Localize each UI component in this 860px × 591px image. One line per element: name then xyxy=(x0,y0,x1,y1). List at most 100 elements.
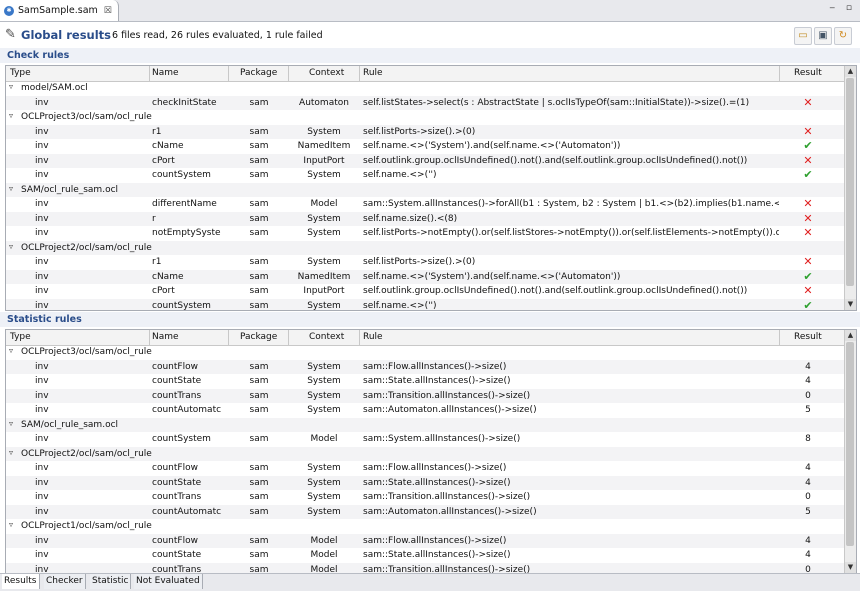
cell-type: inv xyxy=(35,97,49,108)
table-row[interactable]: inv countSystem sam System self.name.<>('') ✔ xyxy=(6,298,844,310)
scroll-thumb[interactable] xyxy=(846,78,854,286)
group-path: OCLProject1/ocl/sam/ocl_rule xyxy=(21,521,152,531)
expand-toggle-icon[interactable]: ▿ xyxy=(9,82,13,91)
expand-toggle-icon[interactable]: ▿ xyxy=(9,111,13,120)
tree-group-row[interactable]: ▿ OCLProject2/ocl/sam/ocl_rule xyxy=(6,240,844,255)
cell-package: sam xyxy=(249,228,269,238)
cell-package: sam xyxy=(249,271,269,282)
cell-package: sam xyxy=(249,506,269,517)
table-row[interactable]: inv r sam System self.name.size().<(8) ✕ xyxy=(6,211,844,226)
bottom-tab-not-evaluated[interactable]: Not Evaluated xyxy=(134,574,203,589)
open-icon[interactable]: ▭ xyxy=(794,27,812,45)
cell-name: countFlow xyxy=(152,463,198,473)
table-row[interactable]: inv countSystem sam Model sam::System.allIns… xyxy=(6,432,844,447)
cell-rule: sam::State.allInstances()->size() xyxy=(363,550,511,560)
table-row[interactable]: inv r1 sam System self.listPorts->size().>(0… xyxy=(6,124,844,139)
table-row[interactable]: inv countFlow sam System sam::Flow.allInstan… xyxy=(6,359,844,374)
col-rule[interactable]: Rule xyxy=(363,68,383,78)
table-row[interactable]: inv countTrans sam System sam::Transition.al… xyxy=(6,388,844,403)
table-row[interactable]: inv notEmptySyste sam System self.listPorts-… xyxy=(6,226,844,241)
cell-package: sam xyxy=(249,286,269,296)
cell-result: 4 xyxy=(805,463,811,473)
expand-toggle-icon[interactable]: ▿ xyxy=(9,184,13,193)
cell-context: NamedItem xyxy=(297,271,351,282)
cell-name: countSystem xyxy=(152,170,211,180)
refresh-icon[interactable]: ↻ xyxy=(834,27,852,45)
cell-rule: self.outlink.group.oclIsUndefined().not(… xyxy=(363,155,748,166)
cell-rule: sam::System.allInstances()->size() xyxy=(363,434,521,444)
table-row[interactable]: inv cName sam NamedItem self.name.<>('System… xyxy=(6,269,844,284)
tree-group-row[interactable]: ▿ OCLProject3/ocl/sam/ocl_rule xyxy=(6,110,844,125)
table-row[interactable]: inv differentName sam Model sam::System.allI… xyxy=(6,197,844,212)
cell-rule: self.listPorts->size().>(0) xyxy=(363,257,476,267)
col-type[interactable]: Type xyxy=(10,68,31,78)
cell-package: sam xyxy=(249,550,269,560)
cell-name: countAutomatc xyxy=(152,405,222,415)
scroll-thumb[interactable] xyxy=(846,342,854,546)
fail-cross-icon: ✕ xyxy=(803,197,813,210)
tree-group-row[interactable]: ▿ OCLProject1/ocl/sam/ocl_rule xyxy=(6,519,844,534)
cell-context: System xyxy=(307,376,341,386)
group-path: model/SAM.ocl xyxy=(21,83,88,93)
table-row[interactable]: inv countAutomatc sam System sam::Automaton.… xyxy=(6,504,844,519)
cell-context: System xyxy=(307,228,341,238)
table-row[interactable]: inv cName sam NamedItem self.name.<>('System… xyxy=(6,139,844,154)
group-path: SAM/ocl_rule_sam.ocl xyxy=(21,184,119,195)
col-name[interactable]: Name xyxy=(152,68,179,78)
tree-group-row[interactable]: ▿ model/SAM.ocl xyxy=(6,81,844,96)
table-row[interactable]: inv countState sam System sam::State.allInst… xyxy=(6,475,844,490)
col-type[interactable]: Type xyxy=(10,332,31,342)
table-row[interactable]: inv cPort sam InputPort self.outlink.group.o… xyxy=(6,153,844,168)
scroll-down-arrow-icon[interactable]: ▼ xyxy=(845,562,856,573)
check-rules-scrollbar[interactable]: ▲ ▼ xyxy=(844,66,856,310)
table-row[interactable]: inv countSystem sam System self.name.<>('') ✔ xyxy=(6,168,844,183)
col-package[interactable]: Package xyxy=(240,332,277,342)
group-path: OCLProject3/ocl/sam/ocl_rule xyxy=(21,347,152,357)
bottom-tab-checker[interactable]: Checker xyxy=(44,574,86,589)
statistic-rules-scrollbar[interactable]: ▲ ▼ xyxy=(844,330,856,573)
editor-tab-label: SamSample.sam xyxy=(18,5,98,16)
table-row[interactable]: inv countFlow sam System sam::Flow.allInstan… xyxy=(6,461,844,476)
scroll-up-arrow-icon[interactable]: ▲ xyxy=(845,330,856,341)
tree-group-row[interactable]: ▿ SAM/ocl_rule_sam.ocl xyxy=(6,417,844,432)
scroll-up-arrow-icon[interactable]: ▲ xyxy=(845,66,856,77)
save-icon[interactable]: ▣ xyxy=(814,27,832,45)
tree-group-row[interactable]: ▿ OCLProject3/ocl/sam/ocl_rule xyxy=(6,345,844,360)
table-row[interactable]: inv countState sam Model sam::State.allInsta… xyxy=(6,548,844,563)
table-row[interactable]: inv countTrans sam System sam::Transition.al… xyxy=(6,490,844,505)
col-result[interactable]: Result xyxy=(794,332,822,342)
tree-group-row[interactable]: ▿ OCLProject2/ocl/sam/ocl_rule xyxy=(6,446,844,461)
table-row[interactable]: inv countState sam System sam::State.allInst… xyxy=(6,374,844,389)
bottom-tab-results[interactable]: Results xyxy=(2,574,40,589)
cell-name: cPort xyxy=(152,286,175,296)
close-tab-icon[interactable]: ☒ xyxy=(104,6,112,16)
expand-toggle-icon[interactable]: ▿ xyxy=(9,419,13,428)
editor-tab[interactable]: ✱ SamSample.sam ☒ xyxy=(0,0,119,21)
bottom-tab-statistic[interactable]: Statistic xyxy=(90,574,132,589)
table-row[interactable]: inv r1 sam System self.listPorts->size().>(0… xyxy=(6,255,844,270)
col-context[interactable]: Context xyxy=(309,68,344,78)
table-row[interactable]: inv countAutomatc sam System sam::Automaton.… xyxy=(6,403,844,418)
col-name[interactable]: Name xyxy=(152,332,179,342)
scroll-down-arrow-icon[interactable]: ▼ xyxy=(845,299,856,310)
col-package[interactable]: Package xyxy=(240,68,277,78)
cell-rule: self.name.<>('System').and(self.name.<>(… xyxy=(363,141,621,151)
window-controls[interactable]: ‒ ▫ xyxy=(829,3,856,13)
cell-context: Automaton xyxy=(299,97,349,108)
table-row[interactable]: inv cPort sam InputPort self.outlink.group.o… xyxy=(6,284,844,299)
table-row[interactable]: inv checkInitState sam Automaton self.listSt… xyxy=(6,95,844,110)
pass-check-icon: ✔ xyxy=(803,269,813,283)
table-row[interactable]: inv countFlow sam Model sam::Flow.allInstanc… xyxy=(6,533,844,548)
tree-group-row[interactable]: ▿ SAM/ocl_rule_sam.ocl xyxy=(6,182,844,197)
expand-toggle-icon[interactable]: ▿ xyxy=(9,242,13,251)
cell-name: countState xyxy=(152,376,202,386)
cell-type: inv xyxy=(35,550,49,560)
col-rule[interactable]: Rule xyxy=(363,332,383,342)
expand-toggle-icon[interactable]: ▿ xyxy=(9,520,13,529)
expand-toggle-icon[interactable]: ▿ xyxy=(9,346,13,355)
cell-package: sam xyxy=(249,390,269,401)
expand-toggle-icon[interactable]: ▿ xyxy=(9,448,13,457)
col-result[interactable]: Result xyxy=(794,68,822,78)
cell-rule: self.name.size().<(8) xyxy=(363,213,458,224)
col-context[interactable]: Context xyxy=(309,332,344,342)
